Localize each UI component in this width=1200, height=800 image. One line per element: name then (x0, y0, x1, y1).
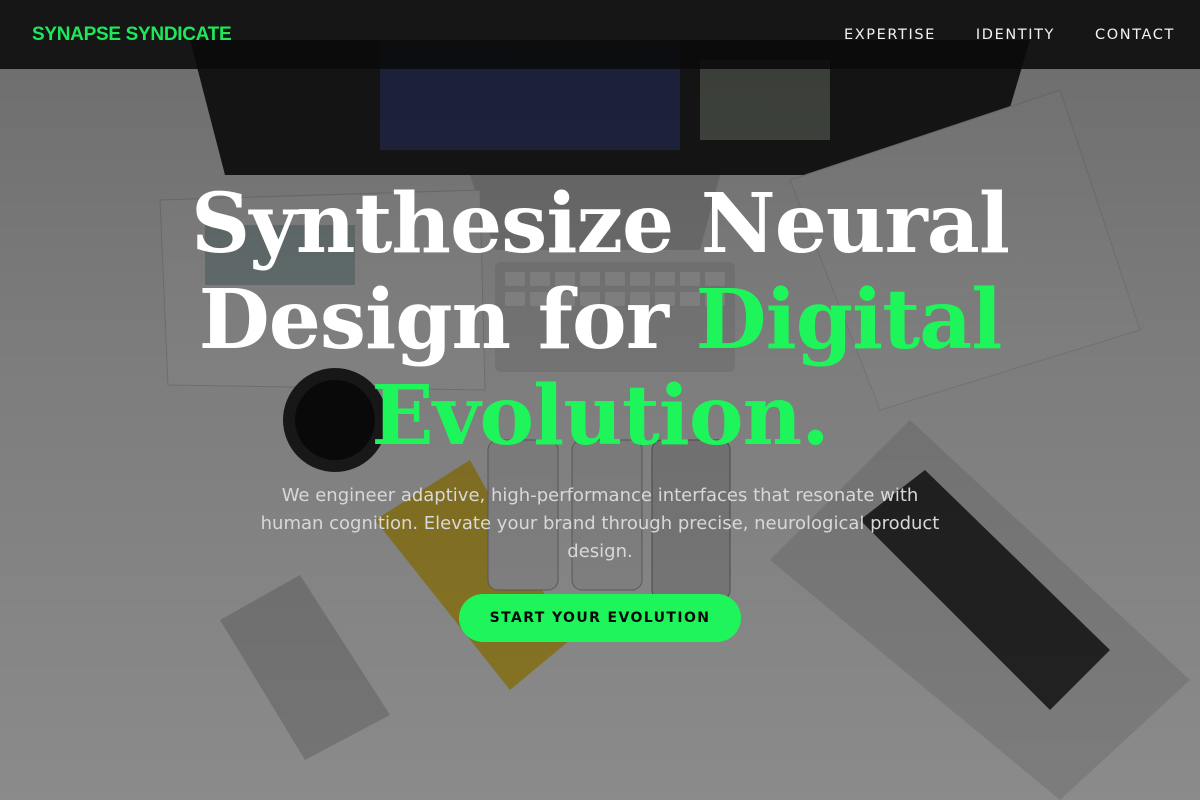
nav-link-expertise[interactable]: EXPERTISE (844, 27, 936, 43)
hero-section: Synthesize Neural Design for Digital Evolu… (0, 69, 1200, 800)
hero-title-line3-accent: Evolution. (371, 368, 829, 464)
nav-link-identity[interactable]: IDENTITY (976, 27, 1055, 43)
hero-title-line1: Synthesize Neural (191, 176, 1010, 272)
hero-title: Synthesize Neural Design for Digital Evolu… (150, 176, 1050, 464)
hero-subtitle: We engineer adaptive, high-performance i… (260, 485, 940, 562)
nav-link-contact[interactable]: CONTACT (1095, 27, 1175, 43)
top-navbar: SYNAPSE SYNDICATE EXPERTISE IDENTITY CON… (0, 0, 1200, 69)
start-evolution-button[interactable]: START YOUR EVOLUTION (459, 594, 741, 642)
nav-links: EXPERTISE IDENTITY CONTACT (804, 27, 1175, 43)
hero-title-line2-plain: Design for (198, 272, 696, 368)
brand-logo[interactable]: SYNAPSE SYNDICATE (32, 24, 232, 46)
hero-title-line2-accent: Digital (695, 272, 1002, 368)
page: SYNAPSE SYNDICATE EXPERTISE IDENTITY CON… (0, 0, 1200, 800)
